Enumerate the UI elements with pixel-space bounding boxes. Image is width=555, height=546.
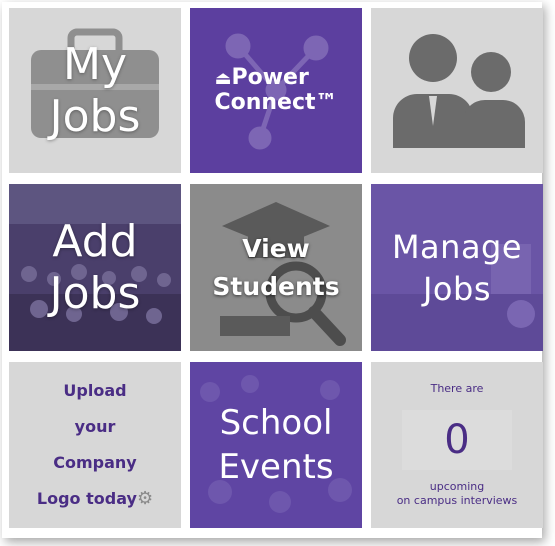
upload-line2: your (74, 417, 116, 436)
manage-jobs-tile[interactable]: Manage Jobs (371, 184, 543, 351)
manage-jobs-line2: Jobs (422, 269, 491, 308)
interviews-suffix2: on campus interviews (396, 494, 518, 507)
school-events-tile[interactable]: School Events (190, 362, 362, 528)
add-jobs-label: Add Jobs (50, 216, 141, 320)
school-events-line1: School (219, 403, 333, 443)
power-connect-label: ⏏Power Connect™ (214, 66, 337, 115)
power-icon: ⏏ (214, 68, 232, 89)
interviews-tile[interactable]: There are 0 upcoming on campus interview… (371, 362, 543, 528)
manage-jobs-label: Manage Jobs (392, 226, 522, 310)
add-jobs-line1: Add (52, 215, 138, 267)
view-students-line1: View (242, 233, 310, 263)
my-jobs-label: My Jobs (50, 39, 141, 143)
gear-icon: ⚙ (136, 488, 154, 509)
my-jobs-line1: My (62, 38, 127, 90)
upload-logo-tile[interactable]: Upload your Company Logo today⚙ (9, 362, 181, 528)
add-jobs-tile[interactable]: Add Jobs (9, 184, 181, 351)
power-connect-tile[interactable]: ⏏Power Connect™ (190, 8, 362, 173)
interviews-label: There are 0 upcoming on campus interview… (397, 382, 518, 508)
power-connect-line1: Power (231, 65, 309, 90)
interviews-suffix1: upcoming (429, 480, 485, 493)
power-connect-line2: Connect™ (214, 90, 338, 115)
school-events-label: School Events (218, 401, 333, 489)
interviews-prefix: There are (430, 382, 484, 395)
school-events-line2: Events (218, 447, 334, 487)
view-students-label: View Students (212, 230, 339, 306)
view-students-line2: Students (212, 271, 340, 301)
my-jobs-line2: Jobs (49, 90, 141, 142)
people-icon (393, 34, 525, 148)
upload-logo-label: Upload your Company Logo today⚙ (37, 373, 153, 517)
upload-line4: Logo today (36, 489, 137, 508)
upload-line1: Upload (63, 381, 127, 400)
view-students-tile[interactable]: View Students (190, 184, 362, 351)
manage-jobs-line1: Manage (391, 227, 523, 266)
interviews-count: 0 (401, 410, 512, 470)
profile-tile[interactable] (371, 8, 543, 173)
upload-line3: Company (53, 453, 137, 472)
my-jobs-tile[interactable]: My Jobs (9, 8, 181, 173)
add-jobs-line2: Jobs (49, 267, 141, 319)
